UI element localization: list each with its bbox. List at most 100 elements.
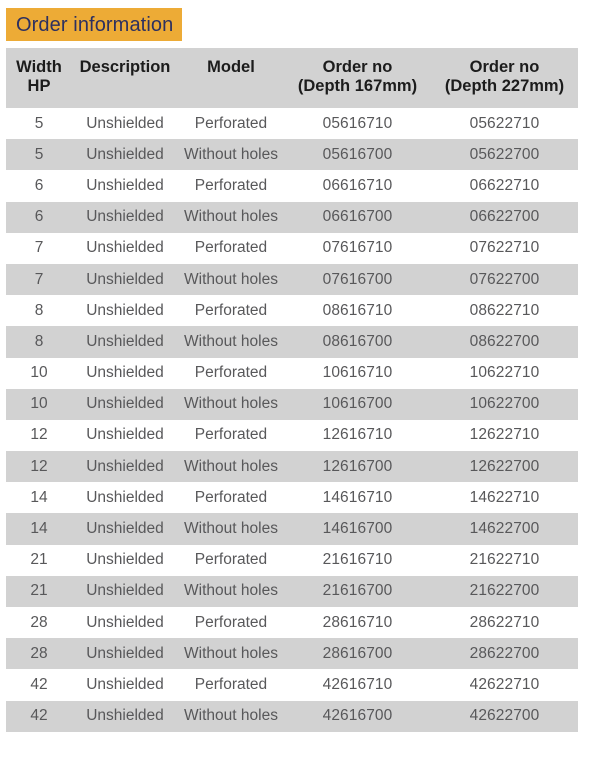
cell-model: Without holes <box>184 270 278 288</box>
cell-model: Perforated <box>194 176 268 194</box>
column-header-line-primary: Description <box>79 58 171 76</box>
cell-order_no_227: 06622710 <box>469 176 540 194</box>
cell-model: Without holes <box>184 145 278 163</box>
cell-model: Perforated <box>194 488 268 506</box>
cell-order_no_167: 21616700 <box>322 582 393 600</box>
cell-order_no_167: 05616710 <box>322 114 393 132</box>
cell-model: Without holes <box>184 644 278 662</box>
cell-order_no_167: 10616710 <box>322 364 393 382</box>
cell-order_no_227: 28622700 <box>469 644 540 662</box>
cell-description: Unshielded <box>86 176 164 194</box>
cell-order_no_167: 28616700 <box>322 644 393 662</box>
cell-order_no_167: 12616710 <box>322 426 393 444</box>
cell-model: Without holes <box>184 395 278 413</box>
page-title: Order information <box>16 13 174 36</box>
cell-width_hp: 42 <box>30 707 48 725</box>
cell-order_no_167: 06616710 <box>322 176 393 194</box>
cell-order_no_227: 05622710 <box>469 114 540 132</box>
table-row: 12 Unshielded Without holes 12616700 1262270… <box>6 451 578 483</box>
table-header-row: Width HP Description Model Order no (Depth 16… <box>6 48 578 108</box>
column-header-order_no_167: Order no (Depth 167mm) <box>284 48 431 108</box>
cell-description: Unshielded <box>86 395 164 413</box>
table-row: 5 Unshielded Perforated 05616710 05622710 <box>6 108 578 140</box>
cell-description: Unshielded <box>86 301 164 319</box>
cell-description: Unshielded <box>86 582 164 600</box>
cell-order_no_227: 06622700 <box>469 208 540 226</box>
cell-order_no_167: 14616700 <box>322 520 393 538</box>
cell-order_no_227: 14622700 <box>469 520 540 538</box>
cell-description: Unshielded <box>86 551 164 569</box>
cell-width_hp: 5 <box>34 145 44 163</box>
column-header-line-primary: Model <box>207 58 255 76</box>
table-body: 5 Unshielded Perforated 05616710 05622710 5 Un… <box>6 108 578 732</box>
cell-description: Unshielded <box>86 707 164 725</box>
table-row: 7 Unshielded Perforated 07616710 07622710 <box>6 232 578 264</box>
cell-description: Unshielded <box>86 675 164 693</box>
table-row: 6 Unshielded Without holes 06616700 06622700 <box>6 201 578 233</box>
cell-order_no_227: 14622710 <box>469 488 540 506</box>
table-row: 6 Unshielded Perforated 06616710 06622710 <box>6 170 578 202</box>
cell-description: Unshielded <box>86 520 164 538</box>
cell-model: Without holes <box>184 457 278 475</box>
cell-model: Without holes <box>184 332 278 350</box>
cell-model: Perforated <box>194 114 268 132</box>
cell-order_no_227: 28622710 <box>469 613 540 631</box>
cell-order_no_167: 07616700 <box>322 270 393 288</box>
table-row: 42 Unshielded Without holes 42616700 4262270… <box>6 700 578 732</box>
cell-description: Unshielded <box>86 208 164 226</box>
cell-width_hp: 7 <box>34 239 44 257</box>
order-information-table: Width HP Description Model Order no (Depth 16… <box>6 48 578 732</box>
cell-width_hp: 6 <box>34 208 44 226</box>
cell-order_no_227: 07622710 <box>469 239 540 257</box>
cell-model: Perforated <box>194 239 268 257</box>
cell-order_no_167: 42616700 <box>322 707 393 725</box>
cell-order_no_167: 08616700 <box>322 332 393 350</box>
table-row: 14 Unshielded Perforated 14616710 14622710 <box>6 482 578 514</box>
cell-description: Unshielded <box>86 488 164 506</box>
cell-order_no_227: 42622710 <box>469 675 540 693</box>
column-header-line-secondary: (Depth 167mm) <box>297 77 418 95</box>
cell-width_hp: 14 <box>30 488 48 506</box>
cell-width_hp: 12 <box>30 457 48 475</box>
cell-description: Unshielded <box>86 613 164 631</box>
cell-description: Unshielded <box>86 644 164 662</box>
column-header-line-primary: Width <box>16 58 62 76</box>
cell-width_hp: 14 <box>30 520 48 538</box>
cell-width_hp: 10 <box>30 364 48 382</box>
cell-description: Unshielded <box>86 457 164 475</box>
cell-order_no_167: 28616710 <box>322 613 393 631</box>
table-row: 5 Unshielded Without holes 05616700 05622700 <box>6 139 578 171</box>
cell-order_no_227: 05622700 <box>469 145 540 163</box>
cell-model: Without holes <box>184 707 278 725</box>
cell-description: Unshielded <box>86 364 164 382</box>
cell-model: Perforated <box>194 613 268 631</box>
column-header-line-secondary: HP <box>27 77 51 95</box>
cell-model: Without holes <box>184 520 278 538</box>
cell-description: Unshielded <box>86 239 164 257</box>
cell-order_no_227: 08622710 <box>469 301 540 319</box>
cell-width_hp: 7 <box>34 270 44 288</box>
column-header-description: Description <box>72 48 178 108</box>
cell-description: Unshielded <box>86 270 164 288</box>
cell-model: Perforated <box>194 364 268 382</box>
cell-order_no_227: 12622710 <box>469 426 540 444</box>
cell-order_no_167: 08616710 <box>322 301 393 319</box>
table-row: 10 Unshielded Perforated 10616710 10622710 <box>6 357 578 389</box>
column-header-line-secondary: (Depth 227mm) <box>444 77 565 95</box>
table-row: 12 Unshielded Perforated 12616710 12622710 <box>6 419 578 452</box>
cell-model: Perforated <box>194 301 268 319</box>
cell-width_hp: 12 <box>30 426 48 444</box>
column-header-width_hp: Width HP <box>6 48 72 108</box>
table-row: 21 Unshielded Perforated 21616710 21622710 <box>6 544 578 576</box>
cell-order_no_167: 14616710 <box>322 488 393 506</box>
cell-order_no_167: 12616700 <box>322 457 393 475</box>
cell-model: Without holes <box>184 582 278 600</box>
table-row: 14 Unshielded Without holes 14616700 1462270… <box>6 513 578 545</box>
cell-model: Without holes <box>184 208 278 226</box>
cell-order_no_227: 12622700 <box>469 457 540 475</box>
cell-width_hp: 42 <box>30 675 48 693</box>
cell-width_hp: 5 <box>34 114 44 132</box>
cell-order_no_227: 08622700 <box>469 332 540 350</box>
cell-model: Perforated <box>194 426 268 444</box>
cell-order_no_227: 07622700 <box>469 270 540 288</box>
